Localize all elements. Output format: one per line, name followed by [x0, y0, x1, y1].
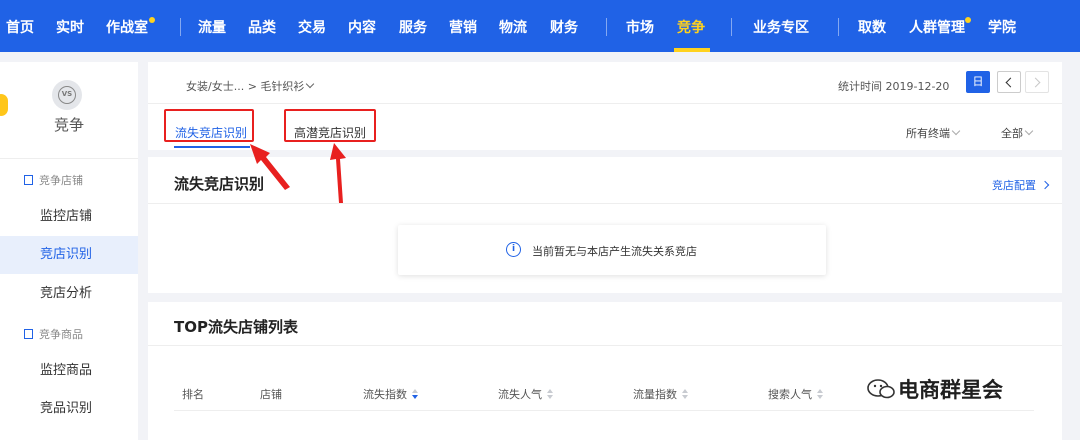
annotation-arrow-tab-loss	[250, 144, 290, 190]
annotation-arrow-tab-potential	[330, 143, 346, 203]
wechat-watermark-icon	[867, 379, 895, 399]
watermark-text: 电商群星会	[898, 378, 1003, 402]
